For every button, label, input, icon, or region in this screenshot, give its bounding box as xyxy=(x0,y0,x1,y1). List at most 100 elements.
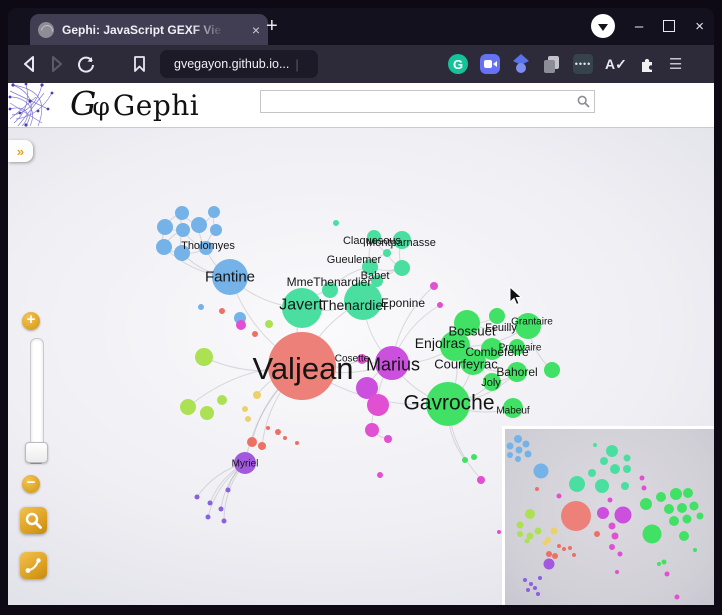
graph-node[interactable] xyxy=(245,416,251,422)
zoom-extension-icon[interactable] xyxy=(480,54,500,74)
graph-node[interactable] xyxy=(367,394,389,416)
graph-node[interactable] xyxy=(180,399,196,415)
dots-extension-icon[interactable]: •••• xyxy=(573,54,593,74)
menu-icon[interactable]: ☰ xyxy=(669,55,682,73)
minimap-node xyxy=(609,523,616,530)
graph-node[interactable] xyxy=(275,429,281,435)
graph-node[interactable] xyxy=(252,331,258,337)
graph-label: Grantaire xyxy=(511,317,553,328)
zoom-out-button[interactable]: − xyxy=(22,475,40,493)
maximize-button[interactable] xyxy=(663,20,675,32)
graph-node[interactable] xyxy=(544,362,560,378)
graph-node[interactable] xyxy=(383,249,391,257)
graph-node[interactable] xyxy=(217,395,227,405)
graph-node[interactable] xyxy=(175,206,189,220)
graph-node[interactable] xyxy=(208,501,213,506)
edge-toggle-button[interactable] xyxy=(20,552,47,579)
graph-node[interactable] xyxy=(365,423,379,437)
grammarly-extension-icon[interactable]: G xyxy=(448,54,468,74)
close-button[interactable]: × xyxy=(695,19,704,34)
minimap[interactable] xyxy=(502,426,714,605)
bookmark-icon[interactable] xyxy=(133,56,146,72)
graph-node[interactable] xyxy=(176,223,190,237)
graph-node[interactable] xyxy=(394,260,410,276)
minimap-node xyxy=(623,465,631,473)
minimap-node xyxy=(536,592,540,596)
minimap-node xyxy=(610,464,620,474)
minimap-node xyxy=(523,578,527,582)
graph-node[interactable] xyxy=(471,454,477,460)
graph-node[interactable] xyxy=(384,435,392,443)
tab-close-icon[interactable]: × xyxy=(252,23,260,37)
gem-extension-icon[interactable] xyxy=(512,54,530,74)
graph-node[interactable] xyxy=(157,219,173,235)
minimap-node xyxy=(525,539,530,544)
graph-node[interactable] xyxy=(200,406,214,420)
graph-node[interactable] xyxy=(283,436,287,440)
graph-node[interactable] xyxy=(295,441,299,445)
graph-node[interactable] xyxy=(222,519,227,524)
mouse-cursor xyxy=(509,286,523,306)
gephi-logo[interactable]: G φ Gephi xyxy=(70,84,199,123)
graph-node[interactable] xyxy=(242,406,248,412)
minimap-node xyxy=(670,488,682,500)
minimap-node xyxy=(535,528,542,535)
reload-icon[interactable] xyxy=(78,56,95,73)
minimap-node xyxy=(600,457,608,465)
graph-node[interactable] xyxy=(156,239,172,255)
graph-node[interactable] xyxy=(236,320,246,330)
graph-node[interactable] xyxy=(195,348,213,366)
graph-label: Marius xyxy=(366,354,420,374)
graph-node[interactable] xyxy=(247,437,257,447)
graph-node[interactable] xyxy=(497,530,501,534)
graph-node[interactable] xyxy=(477,476,485,484)
graph-node[interactable] xyxy=(198,304,204,310)
search-input[interactable] xyxy=(261,93,577,110)
graph-node[interactable] xyxy=(206,515,211,520)
back-icon[interactable] xyxy=(22,56,36,72)
url-separator: | xyxy=(295,57,298,72)
browser-tab[interactable]: Gephi: JavaScript GEXF Vie × xyxy=(30,14,268,45)
graph-canvas[interactable]: TholomyesFantineClaquesousMontparnasseGu… xyxy=(8,128,714,605)
graph-node[interactable] xyxy=(266,426,270,430)
puzzle-extensions-icon[interactable] xyxy=(639,55,657,73)
graph-node[interactable] xyxy=(437,302,443,308)
stack-extension-icon[interactable] xyxy=(542,55,561,74)
minimap-node xyxy=(538,576,542,580)
minimap-node xyxy=(683,488,693,498)
graph-node[interactable] xyxy=(208,206,220,218)
minimap-node xyxy=(572,553,576,557)
minimap-node xyxy=(612,533,619,540)
browser-window: Gephi: JavaScript GEXF Vie × + – × xyxy=(8,8,714,605)
graph-node[interactable] xyxy=(377,472,383,478)
graph-node[interactable] xyxy=(210,224,222,236)
forward-icon[interactable] xyxy=(50,56,64,72)
graph-node[interactable] xyxy=(265,320,273,328)
graph-node[interactable] xyxy=(219,308,225,314)
minimap-node xyxy=(662,560,667,565)
sidebar-expand-button[interactable]: » xyxy=(8,140,33,162)
graph-node[interactable] xyxy=(258,442,266,450)
new-tab-button[interactable]: + xyxy=(266,16,278,36)
minimap-node xyxy=(664,504,674,514)
search-icon[interactable] xyxy=(577,95,590,108)
profile-button[interactable] xyxy=(591,14,615,38)
minimap-node xyxy=(656,492,666,502)
graph-node[interactable] xyxy=(253,391,261,399)
graph-node[interactable] xyxy=(333,220,339,226)
minimap-node xyxy=(606,445,618,457)
graph-node[interactable] xyxy=(226,488,231,493)
minimize-button[interactable]: – xyxy=(635,19,643,34)
graph-node[interactable] xyxy=(462,457,468,463)
zoom-slider-handle[interactable] xyxy=(25,442,48,463)
node-search-button[interactable] xyxy=(20,507,47,534)
graph-node[interactable] xyxy=(219,507,224,512)
zoom-in-button[interactable]: + xyxy=(22,312,40,330)
graph-node[interactable] xyxy=(430,282,438,290)
translate-extension-icon[interactable]: A✓ xyxy=(605,56,627,73)
graph-node[interactable] xyxy=(195,495,200,500)
graph-node[interactable] xyxy=(191,217,207,233)
minimap-node xyxy=(525,509,535,519)
url-bar[interactable]: gvegayon.github.io... | xyxy=(160,50,318,78)
url-text: gvegayon.github.io... xyxy=(174,57,289,71)
